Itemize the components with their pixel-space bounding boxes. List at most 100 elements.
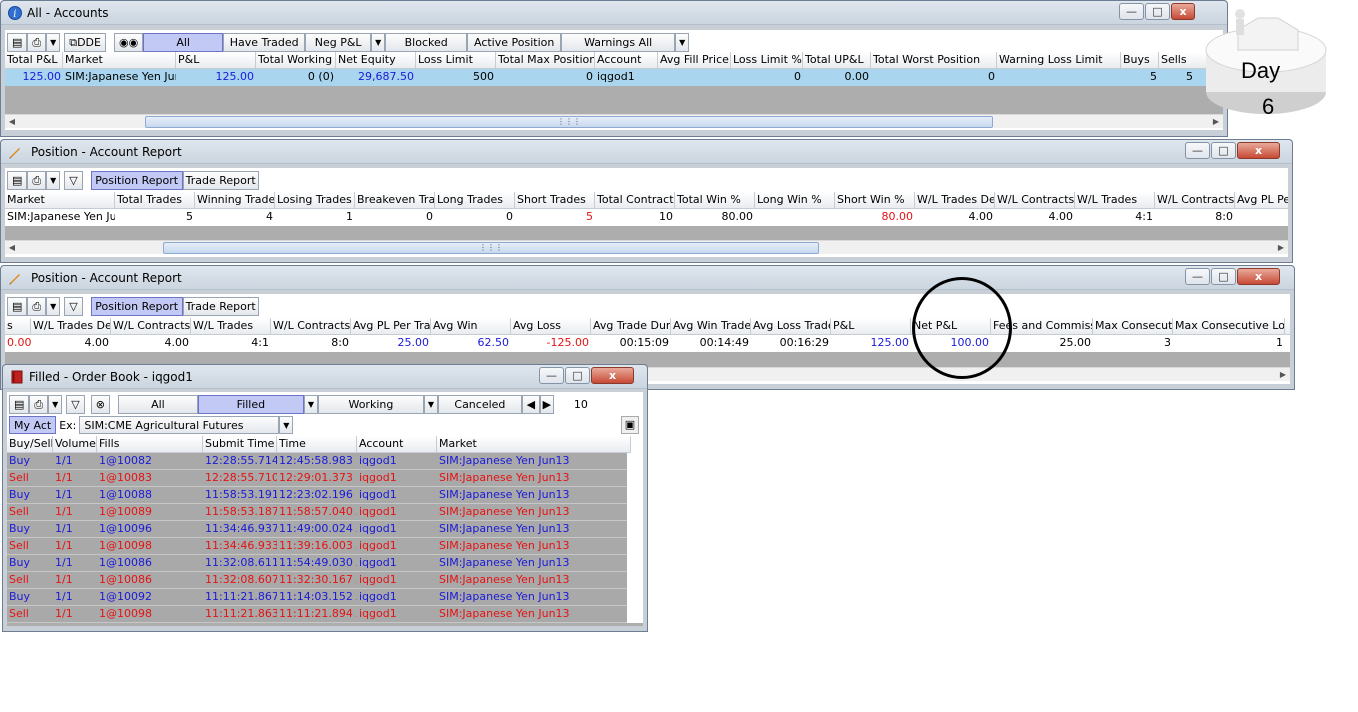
col-pl[interactable]: P&L xyxy=(831,318,911,335)
col-total-pl[interactable]: Total P&L xyxy=(5,52,63,69)
print-icon[interactable]: ⎙ xyxy=(29,395,49,414)
col-total-worst-position[interactable]: Total Worst Position xyxy=(871,52,997,69)
col-avg-win-trade-duration[interactable]: Avg Win Trade D xyxy=(671,318,751,335)
order-row[interactable]: Buy 1/1 1@10092 11:11:21.867 A11:14:03.152 … xyxy=(7,589,627,606)
col-buy-sell[interactable]: Buy/Sell xyxy=(7,436,53,453)
filter-blocked[interactable]: Blocked xyxy=(385,33,468,52)
filter-all[interactable]: All xyxy=(143,33,224,52)
tab-trade-report[interactable]: Trade Report xyxy=(182,171,259,190)
col-market[interactable]: Market xyxy=(437,436,631,453)
col-avg-pl-per[interactable]: Avg PL Pe xyxy=(1235,192,1288,209)
report1-hscroll[interactable]: ◀ ⋮⋮⋮ ▶ xyxy=(5,240,1288,254)
col-account[interactable]: Account xyxy=(357,436,437,453)
col-market[interactable]: Market xyxy=(63,52,176,69)
filter-have-traded[interactable]: Have Traded xyxy=(223,33,306,52)
order-row[interactable]: Buy 1/1 1@10082 12:28:55.714 F12:45:58.983 … xyxy=(7,453,627,470)
col-total-working[interactable]: Total Working xyxy=(256,52,336,69)
col-wl-contracts[interactable]: W/L Contracts xyxy=(1155,192,1235,209)
col-buys[interactable]: Buys xyxy=(1121,52,1159,69)
scroll-right-icon[interactable]: ▶ xyxy=(1274,241,1288,255)
col-total-trades[interactable]: Total Trades xyxy=(115,192,195,209)
col-pl[interactable]: P&L xyxy=(176,52,256,69)
col-total-upl[interactable]: Total UP&L xyxy=(803,52,871,69)
col-loss-limit[interactable]: Loss Limit xyxy=(416,52,496,69)
col-wl-trades[interactable]: W/L Trades xyxy=(1075,192,1155,209)
col-warning-loss-limit[interactable]: Warning Loss Limit xyxy=(997,52,1121,69)
filter-canceled[interactable]: Canceled xyxy=(437,395,522,414)
col-avg-pl-per-trade[interactable]: Avg PL Per Trac xyxy=(351,318,431,335)
order-row[interactable]: Sell 1/1 1@10098 11:34:46.933 A11:39:16.003… xyxy=(7,538,627,555)
col-wl-trades[interactable]: W/L Trades xyxy=(191,318,271,335)
accounts-titlebar[interactable]: i All - Accounts — □ x xyxy=(1,1,1227,25)
minimize-button[interactable]: — xyxy=(1185,268,1210,285)
properties-icon[interactable]: ▤ xyxy=(7,33,28,52)
neg-pl-dropdown[interactable]: ▼ xyxy=(371,33,386,52)
close-button[interactable]: x xyxy=(1237,268,1280,285)
exchange-select[interactable]: SIM:CME Agricultural Futures xyxy=(79,416,280,434)
account-row[interactable]: 125.00 SIM:Japanese Yen Jur 125.00 0 (0)… xyxy=(5,69,1223,86)
col-avg-loss[interactable]: Avg Loss xyxy=(511,318,591,335)
print-dropdown[interactable]: ▼ xyxy=(46,171,61,190)
report1-titlebar[interactable]: Position - Account Report — □ x xyxy=(1,140,1292,164)
filter-filled[interactable]: Filled xyxy=(197,395,304,414)
scroll-left-icon[interactable]: ◀ xyxy=(5,241,19,255)
tab-position-report[interactable]: Position Report xyxy=(90,297,183,316)
col-long-win-pct[interactable]: Long Win % xyxy=(755,192,835,209)
properties-icon[interactable]: ▤ xyxy=(7,297,28,316)
maximize-button[interactable]: □ xyxy=(1211,142,1236,159)
close-button[interactable]: x xyxy=(1171,3,1195,20)
minimize-button[interactable]: — xyxy=(1185,142,1210,159)
working-dropdown[interactable]: ▼ xyxy=(423,395,438,414)
properties-icon[interactable]: ▤ xyxy=(9,395,30,414)
scroll-thumb[interactable]: ⋮⋮⋮ xyxy=(145,116,993,128)
col-short-win-pct[interactable]: Short Win % xyxy=(835,192,915,209)
order-row[interactable]: Sell 1/1 1@10083 12:28:55.710 F12:29:01.373… xyxy=(7,470,627,487)
warnings-dropdown[interactable]: ▼ xyxy=(675,33,690,52)
scroll-right-icon[interactable]: ▶ xyxy=(1276,368,1290,382)
order-row[interactable]: Buy 1/1 1@10088 11:58:53.191 A12:23:02.196 … xyxy=(7,487,627,504)
print-icon[interactable]: ⎙ xyxy=(27,297,47,316)
close-button[interactable]: x xyxy=(591,367,634,384)
col-winning-trades[interactable]: Winning Trades xyxy=(195,192,275,209)
print-icon[interactable]: ⎙ xyxy=(27,171,47,190)
dde-button[interactable]: ⧉ DDE xyxy=(64,33,106,52)
col-avg-trade-duration[interactable]: Avg Trade Dura xyxy=(591,318,671,335)
print-dropdown[interactable]: ▼ xyxy=(48,395,63,414)
report2-titlebar[interactable]: Position - Account Report — □ x xyxy=(1,266,1294,290)
maximize-button[interactable]: □ xyxy=(565,367,590,384)
scroll-left-icon[interactable]: ◀ xyxy=(521,395,540,414)
col-loss-limit-pct[interactable]: Loss Limit % xyxy=(731,52,803,69)
order-row[interactable]: Sell 1/1 1@10089 11:58:53.187 A11:58:57.040… xyxy=(7,504,627,521)
filter-icon[interactable]: ▽ xyxy=(64,297,83,316)
filter-icon[interactable]: ▽ xyxy=(66,395,85,414)
col-avg-loss-trade[interactable]: Avg Loss Trade xyxy=(751,318,831,335)
col-total-max-position[interactable]: Total Max Position xyxy=(496,52,595,69)
scroll-right-icon[interactable]: ▶ xyxy=(539,395,554,414)
report2-row[interactable]: 0.00 4.00 4.00 4:1 8:0 25.00 62.50 -125.… xyxy=(5,335,1290,352)
col-volume[interactable]: Volume xyxy=(53,436,97,453)
order-row[interactable]: Buy 1/1 1@10096 11:34:46.937 A11:49:00.024 … xyxy=(7,521,627,538)
col-market[interactable]: Market xyxy=(5,192,115,209)
my-account-button[interactable]: My Act xyxy=(9,416,57,434)
properties-icon[interactable]: ▤ xyxy=(7,171,28,190)
exchange-dropdown[interactable]: ▼ xyxy=(279,416,294,434)
col-fills[interactable]: Fills xyxy=(97,436,203,453)
minimize-button[interactable]: — xyxy=(539,367,564,384)
col-wl-trades-dec[interactable]: W/L Trades Dec xyxy=(31,318,111,335)
col-breakeven-trades[interactable]: Breakeven Trac xyxy=(355,192,435,209)
accounts-hscroll[interactable]: ◀ ⋮⋮⋮ ▶ xyxy=(5,114,1223,128)
col-net-equity[interactable]: Net Equity xyxy=(336,52,416,69)
col-wl-trades-dec[interactable]: W/L Trades Dec xyxy=(915,192,995,209)
print-dropdown[interactable]: ▼ xyxy=(46,297,61,316)
filter-all[interactable]: All xyxy=(117,395,198,414)
tab-position-report[interactable]: Position Report xyxy=(90,171,183,190)
scroll-thumb[interactable]: ⋮⋮⋮ xyxy=(163,242,819,254)
report1-row[interactable]: SIM:Japanese Yen Jur 5 4 1 0 0 5 10 80.0… xyxy=(5,209,1288,226)
close-button[interactable]: x xyxy=(1237,142,1280,159)
col-max-consecutive-loss[interactable]: Max Consecutive Loss xyxy=(1173,318,1285,335)
order-book-titlebar[interactable]: Filled - Order Book - iqgod1 — □ x xyxy=(3,365,647,389)
filter-neg-pl[interactable]: Neg P&L xyxy=(305,33,372,52)
filter-icon[interactable]: ▽ xyxy=(64,171,83,190)
order-row[interactable]: Sell 1/1 1@10086 11:32:08.607 A11:32:30.167… xyxy=(7,572,627,589)
col-wl-contracts-dec[interactable]: W/L Contracts D xyxy=(111,318,191,335)
